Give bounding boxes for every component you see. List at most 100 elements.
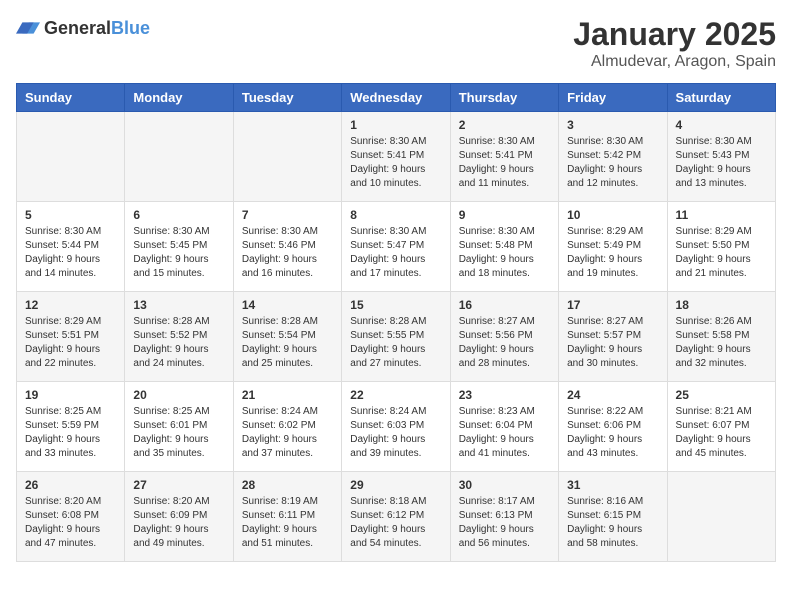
day-info: Sunrise: 8:30 AM Sunset: 5:41 PM Dayligh… xyxy=(459,135,550,191)
calendar-cell: 19 Sunrise: 8:25 AM Sunset: 5:59 PM Dayli… xyxy=(17,382,125,472)
calendar-cell: 11 Sunrise: 8:29 AM Sunset: 5:50 PM Dayli… xyxy=(667,202,775,292)
logo: GeneralBlue xyxy=(16,16,150,40)
day-number: 1 xyxy=(350,118,441,132)
calendar-cell xyxy=(125,112,233,202)
week-row-2: 12 Sunrise: 8:29 AM Sunset: 5:51 PM Dayli… xyxy=(17,292,776,382)
calendar-cell: 13 Sunrise: 8:28 AM Sunset: 5:52 PM Dayli… xyxy=(125,292,233,382)
day-number: 28 xyxy=(242,478,333,492)
day-info: Sunrise: 8:28 AM Sunset: 5:52 PM Dayligh… xyxy=(133,315,224,371)
logo-text-blue: Blue xyxy=(111,18,150,38)
calendar-cell: 1 Sunrise: 8:30 AM Sunset: 5:41 PM Daylig… xyxy=(342,112,450,202)
day-number: 10 xyxy=(567,208,658,222)
day-info: Sunrise: 8:20 AM Sunset: 6:09 PM Dayligh… xyxy=(133,495,224,551)
calendar-cell: 7 Sunrise: 8:30 AM Sunset: 5:46 PM Daylig… xyxy=(233,202,341,292)
day-number: 4 xyxy=(676,118,767,132)
location-title: Almudevar, Aragon, Spain xyxy=(573,53,776,71)
day-info: Sunrise: 8:30 AM Sunset: 5:45 PM Dayligh… xyxy=(133,225,224,281)
day-info: Sunrise: 8:23 AM Sunset: 6:04 PM Dayligh… xyxy=(459,405,550,461)
day-number: 7 xyxy=(242,208,333,222)
calendar-cell: 17Sunrise: 8:27 AM Sunset: 5:57 PM Dayli… xyxy=(559,292,667,382)
day-info: Sunrise: 8:29 AM Sunset: 5:50 PM Dayligh… xyxy=(676,225,767,281)
week-row-1: 5 Sunrise: 8:30 AM Sunset: 5:44 PM Daylig… xyxy=(17,202,776,292)
day-number: 8 xyxy=(350,208,441,222)
calendar-cell: 2 Sunrise: 8:30 AM Sunset: 5:41 PM Daylig… xyxy=(450,112,558,202)
calendar-cell xyxy=(667,472,775,562)
calendar-cell: 18 Sunrise: 8:26 AM Sunset: 5:58 PM Dayli… xyxy=(667,292,775,382)
calendar-cell: 27 Sunrise: 8:20 AM Sunset: 6:09 PM Dayli… xyxy=(125,472,233,562)
weekday-header-tuesday: Tuesday xyxy=(233,84,341,112)
logo-icon xyxy=(16,16,40,40)
day-info: Sunrise: 8:24 AM Sunset: 6:02 PM Dayligh… xyxy=(242,405,333,461)
day-number: 11 xyxy=(676,208,767,222)
calendar-cell: 31Sunrise: 8:16 AM Sunset: 6:15 PM Dayli… xyxy=(559,472,667,562)
page-header: GeneralBlue January 2025 Almudevar, Arag… xyxy=(16,16,776,71)
day-info: Sunrise: 8:18 AM Sunset: 6:12 PM Dayligh… xyxy=(350,495,441,551)
calendar-cell: 30 Sunrise: 8:17 AM Sunset: 6:13 PM Dayli… xyxy=(450,472,558,562)
day-info: Sunrise: 8:30 AM Sunset: 5:42 PM Dayligh… xyxy=(567,135,658,191)
day-number: 13 xyxy=(133,298,224,312)
day-info: Sunrise: 8:30 AM Sunset: 5:41 PM Dayligh… xyxy=(350,135,441,191)
logo-text-general: General xyxy=(44,18,111,38)
weekday-header-thursday: Thursday xyxy=(450,84,558,112)
day-info: Sunrise: 8:26 AM Sunset: 5:58 PM Dayligh… xyxy=(676,315,767,371)
day-info: Sunrise: 8:22 AM Sunset: 6:06 PM Dayligh… xyxy=(567,405,658,461)
day-number: 23 xyxy=(459,388,550,402)
day-info: Sunrise: 8:30 AM Sunset: 5:44 PM Dayligh… xyxy=(25,225,116,281)
day-number: 19 xyxy=(25,388,116,402)
calendar-cell: 28Sunrise: 8:19 AM Sunset: 6:11 PM Dayli… xyxy=(233,472,341,562)
week-row-0: 1 Sunrise: 8:30 AM Sunset: 5:41 PM Daylig… xyxy=(17,112,776,202)
month-title: January 2025 xyxy=(573,16,776,53)
day-number: 30 xyxy=(459,478,550,492)
day-number: 9 xyxy=(459,208,550,222)
weekday-header-friday: Friday xyxy=(559,84,667,112)
calendar-cell: 10 Sunrise: 8:29 AM Sunset: 5:49 PM Dayli… xyxy=(559,202,667,292)
day-info: Sunrise: 8:17 AM Sunset: 6:13 PM Dayligh… xyxy=(459,495,550,551)
day-number: 18 xyxy=(676,298,767,312)
day-number: 22 xyxy=(350,388,441,402)
weekday-header-saturday: Saturday xyxy=(667,84,775,112)
weekday-header-wednesday: Wednesday xyxy=(342,84,450,112)
day-info: Sunrise: 8:30 AM Sunset: 5:43 PM Dayligh… xyxy=(676,135,767,191)
day-info: Sunrise: 8:16 AM Sunset: 6:15 PM Dayligh… xyxy=(567,495,658,551)
day-number: 16 xyxy=(459,298,550,312)
weekday-header-row: SundayMondayTuesdayWednesdayThursdayFrid… xyxy=(17,84,776,112)
day-number: 25 xyxy=(676,388,767,402)
day-info: Sunrise: 8:30 AM Sunset: 5:48 PM Dayligh… xyxy=(459,225,550,281)
calendar-cell: 26 Sunrise: 8:20 AM Sunset: 6:08 PM Dayli… xyxy=(17,472,125,562)
day-number: 27 xyxy=(133,478,224,492)
calendar-cell: 21Sunrise: 8:24 AM Sunset: 6:02 PM Dayli… xyxy=(233,382,341,472)
calendar-cell xyxy=(233,112,341,202)
calendar-cell: 9 Sunrise: 8:30 AM Sunset: 5:48 PM Daylig… xyxy=(450,202,558,292)
day-info: Sunrise: 8:28 AM Sunset: 5:54 PM Dayligh… xyxy=(242,315,333,371)
calendar-cell: 4 Sunrise: 8:30 AM Sunset: 5:43 PM Daylig… xyxy=(667,112,775,202)
day-info: Sunrise: 8:25 AM Sunset: 5:59 PM Dayligh… xyxy=(25,405,116,461)
calendar-cell: 24 Sunrise: 8:22 AM Sunset: 6:06 PM Dayli… xyxy=(559,382,667,472)
calendar-cell: 20Sunrise: 8:25 AM Sunset: 6:01 PM Dayli… xyxy=(125,382,233,472)
day-number: 5 xyxy=(25,208,116,222)
calendar-cell: 29Sunrise: 8:18 AM Sunset: 6:12 PM Dayli… xyxy=(342,472,450,562)
day-info: Sunrise: 8:29 AM Sunset: 5:51 PM Dayligh… xyxy=(25,315,116,371)
calendar-cell: 22 Sunrise: 8:24 AM Sunset: 6:03 PM Dayli… xyxy=(342,382,450,472)
day-number: 17 xyxy=(567,298,658,312)
calendar-cell: 25 Sunrise: 8:21 AM Sunset: 6:07 PM Dayli… xyxy=(667,382,775,472)
day-info: Sunrise: 8:28 AM Sunset: 5:55 PM Dayligh… xyxy=(350,315,441,371)
day-number: 12 xyxy=(25,298,116,312)
weekday-header-monday: Monday xyxy=(125,84,233,112)
calendar-cell: 16Sunrise: 8:27 AM Sunset: 5:56 PM Dayli… xyxy=(450,292,558,382)
day-info: Sunrise: 8:20 AM Sunset: 6:08 PM Dayligh… xyxy=(25,495,116,551)
day-number: 24 xyxy=(567,388,658,402)
calendar-cell: 14Sunrise: 8:28 AM Sunset: 5:54 PM Dayli… xyxy=(233,292,341,382)
day-info: Sunrise: 8:30 AM Sunset: 5:46 PM Dayligh… xyxy=(242,225,333,281)
day-info: Sunrise: 8:21 AM Sunset: 6:07 PM Dayligh… xyxy=(676,405,767,461)
day-number: 26 xyxy=(25,478,116,492)
day-number: 6 xyxy=(133,208,224,222)
calendar-cell: 6 Sunrise: 8:30 AM Sunset: 5:45 PM Daylig… xyxy=(125,202,233,292)
calendar-cell: 3Sunrise: 8:30 AM Sunset: 5:42 PM Daylig… xyxy=(559,112,667,202)
day-info: Sunrise: 8:29 AM Sunset: 5:49 PM Dayligh… xyxy=(567,225,658,281)
calendar-cell: 8Sunrise: 8:30 AM Sunset: 5:47 PM Daylig… xyxy=(342,202,450,292)
calendar-cell: 23 Sunrise: 8:23 AM Sunset: 6:04 PM Dayli… xyxy=(450,382,558,472)
day-info: Sunrise: 8:24 AM Sunset: 6:03 PM Dayligh… xyxy=(350,405,441,461)
day-number: 2 xyxy=(459,118,550,132)
week-row-4: 26 Sunrise: 8:20 AM Sunset: 6:08 PM Dayli… xyxy=(17,472,776,562)
weekday-header-sunday: Sunday xyxy=(17,84,125,112)
